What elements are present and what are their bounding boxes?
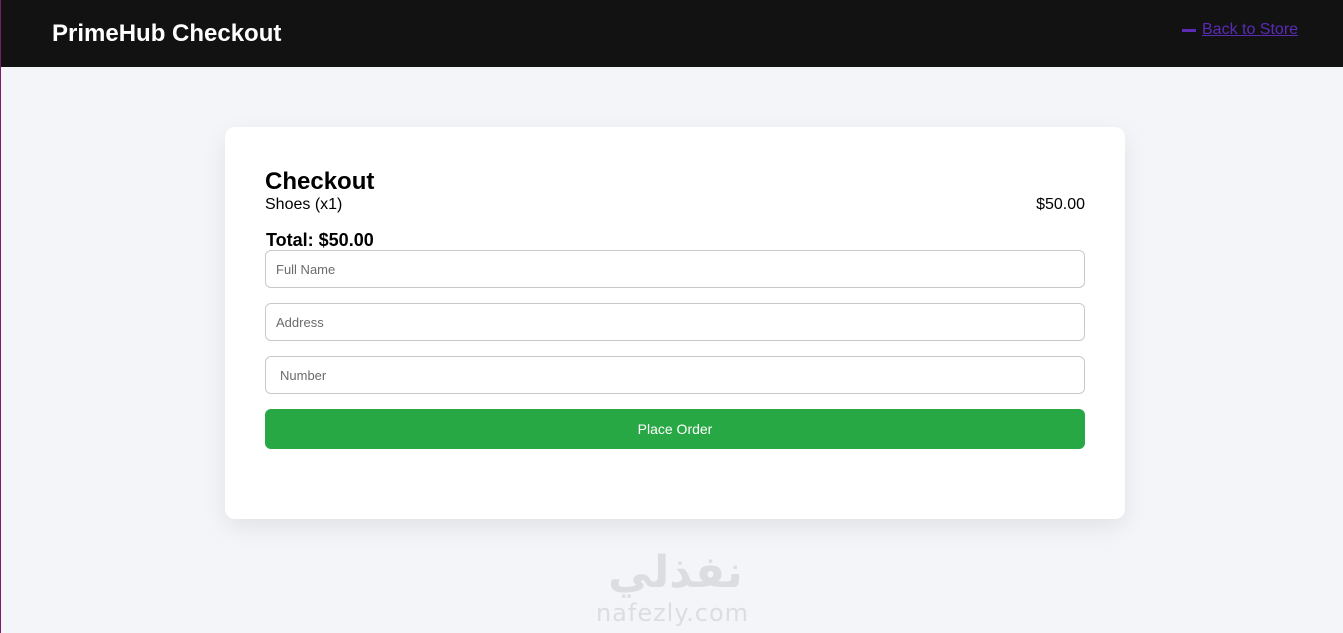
watermark-latin-text: nafezly.com bbox=[595, 599, 750, 627]
cart-item-price: $50.00 bbox=[1036, 196, 1085, 213]
arrow-left-icon bbox=[1182, 28, 1196, 32]
back-to-store-link[interactable]: Back to Store bbox=[1182, 21, 1298, 39]
watermark-arabic-text: نفذلي bbox=[608, 547, 743, 598]
checkout-title: Checkout bbox=[265, 168, 375, 195]
place-order-button[interactable]: Place Order bbox=[265, 409, 1085, 449]
cart-item-name: Shoes (x1) bbox=[265, 196, 343, 213]
back-to-store-label: Back to Store bbox=[1202, 21, 1299, 38]
top-navbar: PrimeHub Checkout Back to Store bbox=[1, 0, 1343, 67]
checkout-card: Checkout Shoes (x1) $50.00 Total: $50.00… bbox=[225, 127, 1125, 519]
watermark-logo: نفذلي nafezly.com bbox=[1, 548, 1343, 628]
brand-title: PrimeHub Checkout bbox=[52, 20, 282, 47]
order-total: Total: $50.00 bbox=[266, 230, 374, 250]
number-input[interactable] bbox=[265, 356, 1085, 394]
full-name-input[interactable] bbox=[265, 250, 1085, 288]
address-input[interactable] bbox=[265, 303, 1085, 341]
